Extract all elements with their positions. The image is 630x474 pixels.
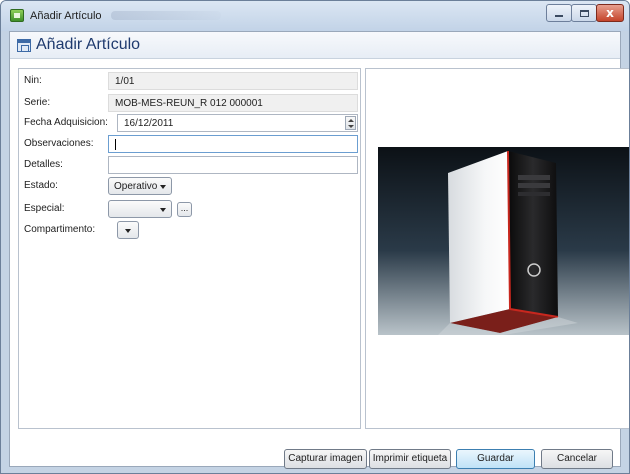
blurred-title-text [111, 11, 221, 20]
serie-value: MOB-MES-REUN_R 012 000001 [115, 98, 263, 109]
cancelar-button[interactable]: Cancelar [541, 449, 613, 469]
nin-label: Nin: [24, 75, 42, 86]
window: Añadir Artículo x Añadir Artículo Nin: 1… [0, 0, 630, 474]
image-panel [365, 68, 629, 429]
detalles-field[interactable] [108, 156, 358, 174]
row-detalles: Detalles: [19, 156, 362, 174]
form-icon [17, 39, 31, 52]
app-icon [10, 9, 24, 22]
row-serie: Serie: MOB-MES-REUN_R 012 000001 [19, 94, 362, 112]
nin-field: 1/01 [108, 72, 358, 90]
estado-value: Operativo [114, 181, 158, 192]
compartimento-label: Compartimento: [24, 224, 96, 235]
especial-browse-button[interactable]: ... [177, 202, 192, 217]
estado-label: Estado: [24, 180, 58, 191]
close-icon: x [606, 6, 614, 20]
title-bar: Añadir Artículo x [1, 1, 629, 31]
page-title: Añadir Artículo [36, 36, 141, 53]
detalles-label: Detalles: [24, 159, 63, 170]
text-caret [115, 139, 116, 150]
especial-label: Especial: [24, 203, 65, 214]
row-observaciones: Observaciones: [19, 135, 362, 153]
chevron-down-icon [160, 185, 166, 189]
chevron-down-icon [125, 229, 131, 233]
compartimento-select[interactable] [117, 221, 139, 239]
maximize-icon [579, 9, 589, 17]
observaciones-field[interactable] [108, 135, 358, 153]
fecha-field[interactable]: 16/12/2011 [117, 114, 358, 132]
minimize-icon [555, 15, 563, 17]
fecha-label: Fecha Adquisicion: [24, 117, 108, 128]
capturar-imagen-button[interactable]: Capturar imagen [284, 449, 367, 469]
especial-select[interactable] [108, 200, 172, 218]
close-button[interactable]: x [596, 4, 624, 22]
fields-panel: Nin: 1/01 Serie: MOB-MES-REUN_R 012 0000… [18, 68, 361, 429]
estado-select[interactable]: Operativo [108, 177, 172, 195]
row-especial: Especial: ... [19, 200, 362, 218]
serie-field: MOB-MES-REUN_R 012 000001 [108, 94, 358, 112]
maximize-button[interactable] [571, 4, 597, 22]
row-compartimento: Compartimento: [19, 221, 362, 239]
fecha-value: 16/12/2011 [124, 118, 174, 129]
dialog-client: Añadir Artículo Nin: 1/01 Serie: MOB-MES… [9, 31, 629, 469]
chevron-down-icon [160, 208, 166, 212]
imprimir-etiqueta-button[interactable]: Imprimir etiqueta [369, 449, 451, 469]
window-title: Añadir Artículo [30, 10, 102, 22]
product-photo [378, 147, 629, 335]
row-estado: Estado: Operativo [19, 177, 362, 195]
spinner-icon[interactable] [345, 116, 356, 130]
row-nin: Nin: 1/01 [19, 72, 362, 90]
form-header: Añadir Artículo [10, 32, 620, 59]
nin-value: 1/01 [115, 76, 135, 87]
observaciones-label: Observaciones: [24, 138, 94, 149]
minimize-button[interactable] [546, 4, 572, 22]
row-fecha: Fecha Adquisicion: 16/12/2011 [19, 114, 362, 132]
serie-label: Serie: [24, 97, 51, 108]
guardar-button[interactable]: Guardar [456, 449, 535, 469]
